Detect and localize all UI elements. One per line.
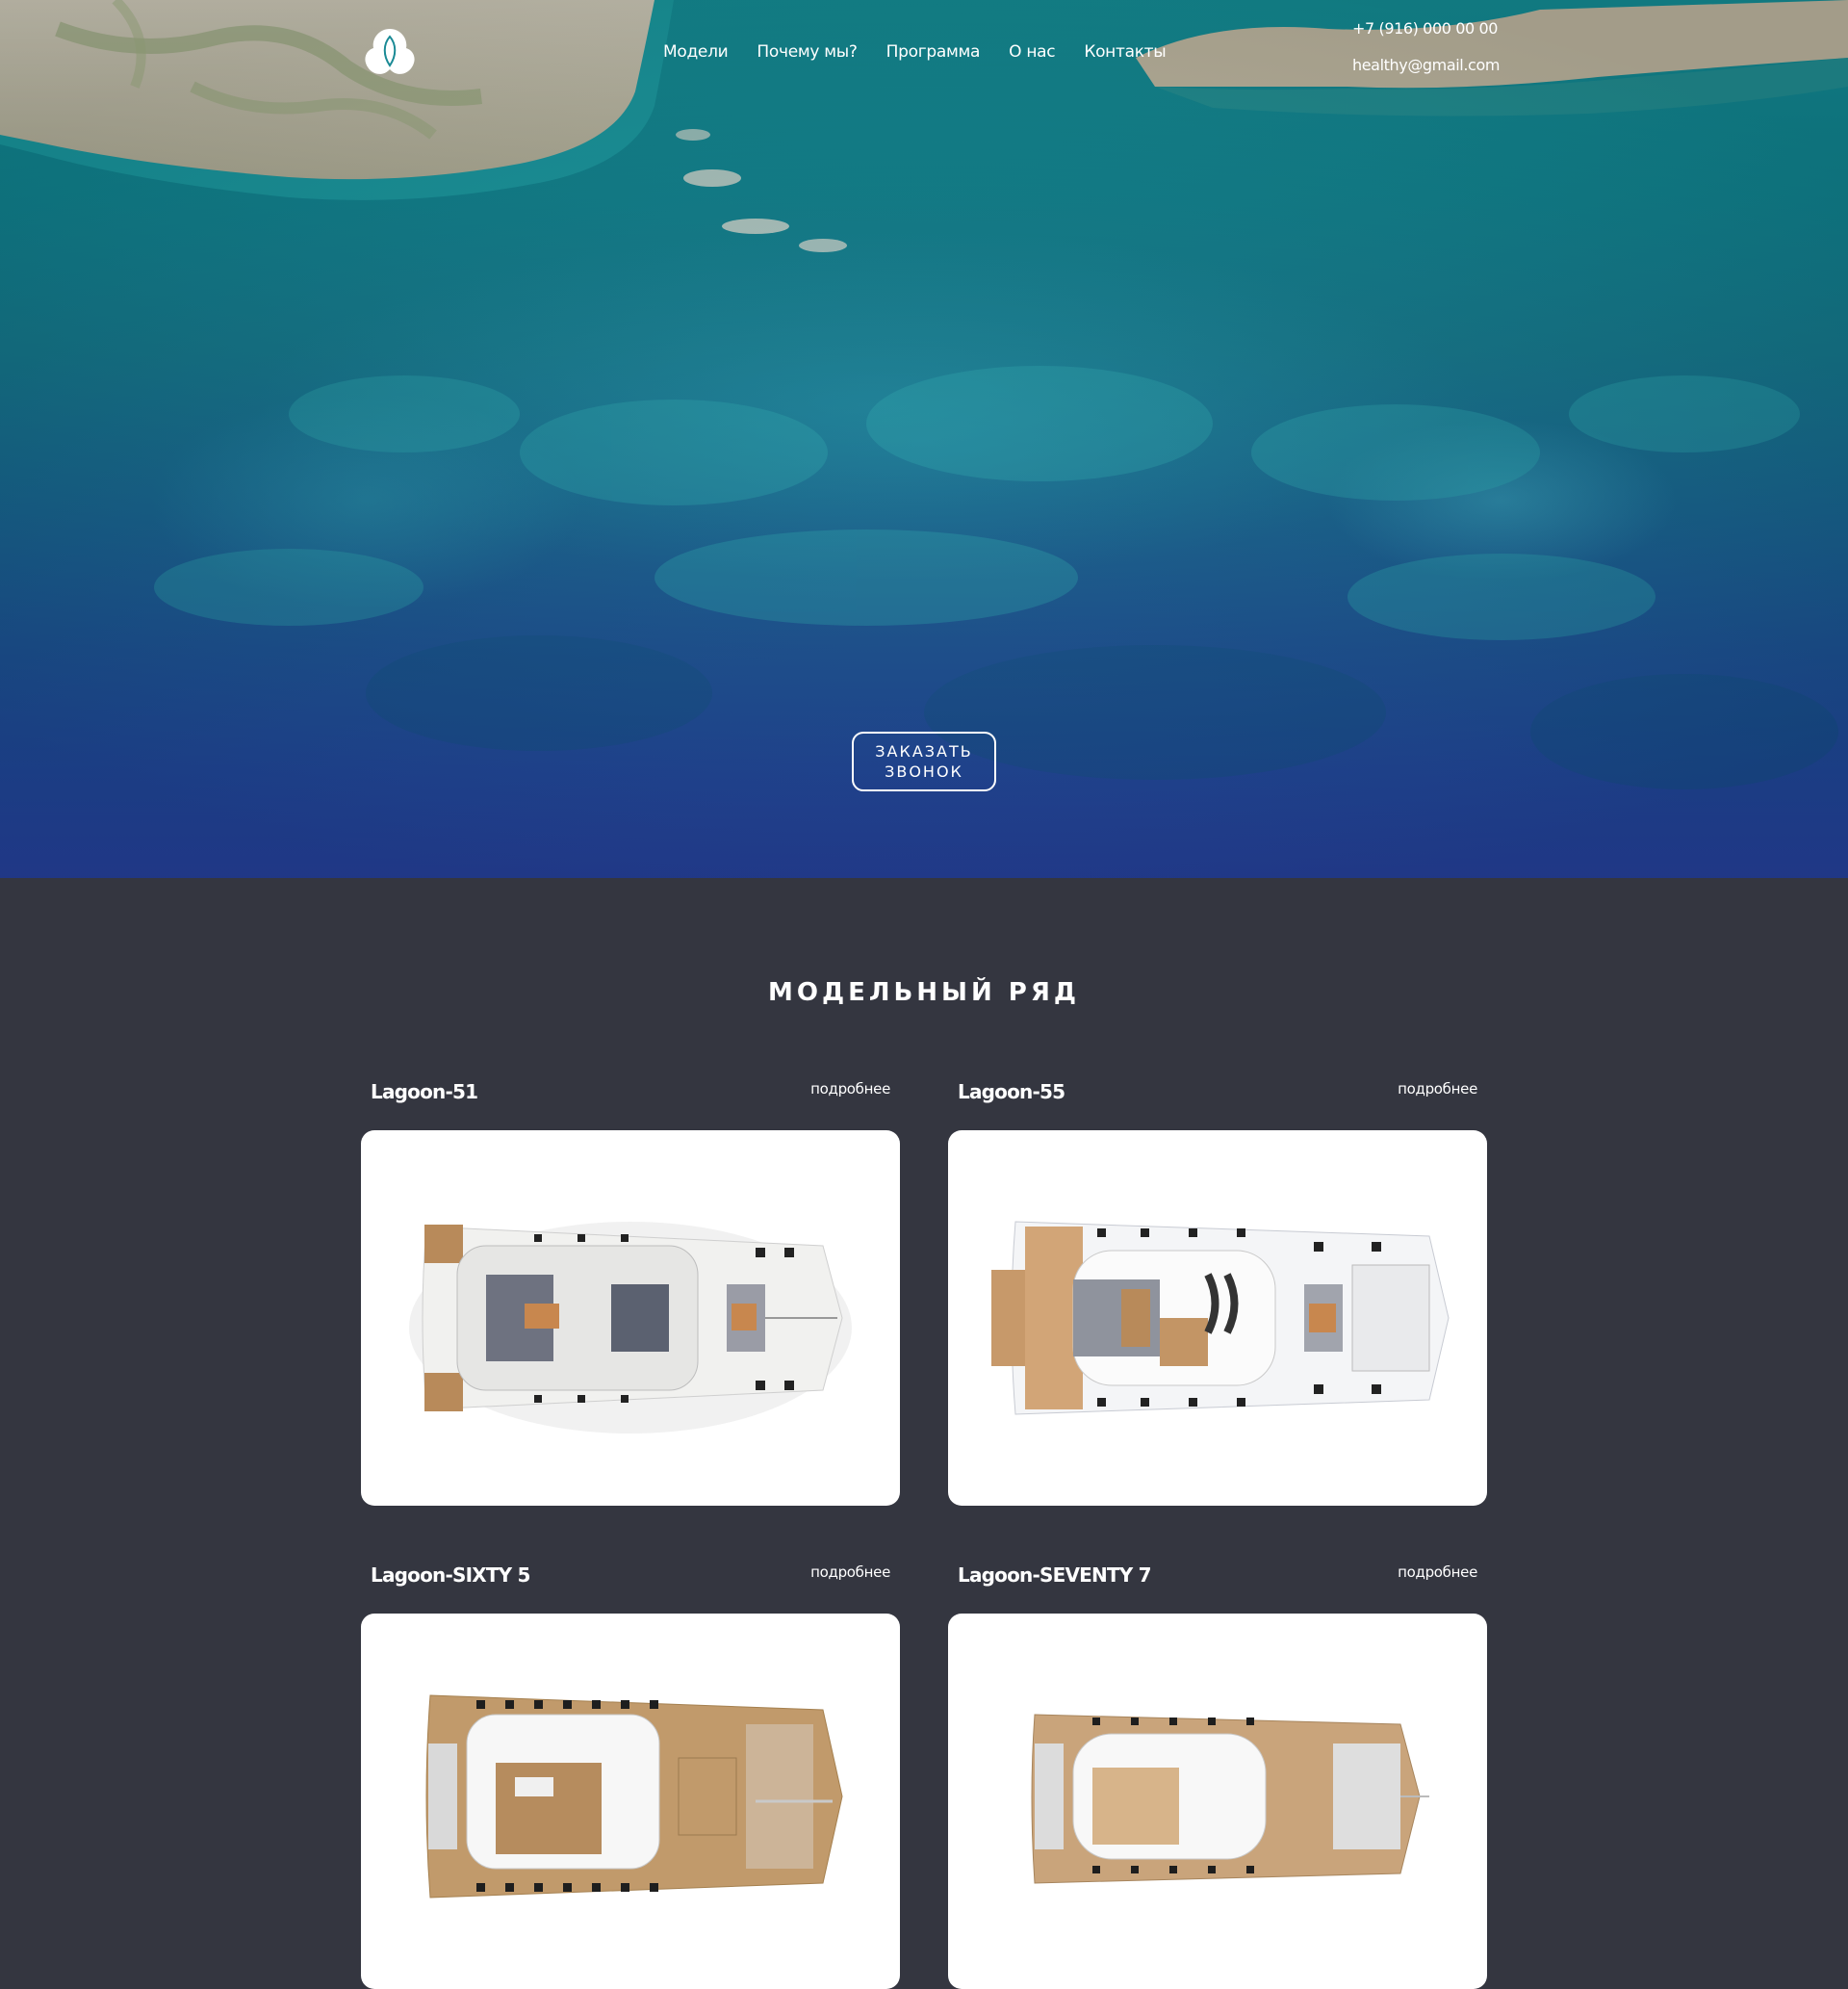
header-contacts: +7 (916) 000 00 00 healthy@gmail.com <box>1352 21 1500 73</box>
header-email[interactable]: healthy@gmail.com <box>1352 58 1500 73</box>
catamaran-topview-image <box>409 1222 852 1434</box>
nav-link-models[interactable]: Модели <box>663 42 729 62</box>
order-call-button[interactable]: ЗАКАЗАТЬ ЗВОНОК <box>852 732 996 791</box>
model-more-link[interactable]: подробнее <box>1398 1074 1477 1098</box>
model-more-link[interactable]: подробнее <box>1398 1558 1477 1581</box>
catamaran-topview-image <box>991 1221 1450 1415</box>
hero-section: Модели Почему мы? Программа О нас Контак… <box>0 0 1848 878</box>
model-name: Lagoon-SEVENTY 7 <box>958 1563 1152 1587</box>
model-image[interactable] <box>361 1614 900 1989</box>
model-card: Lagoon-51 подробнее <box>361 1074 900 1506</box>
model-image[interactable] <box>361 1130 900 1506</box>
header-phone[interactable]: +7 (916) 000 00 00 <box>1352 21 1500 37</box>
catamaran-topview-image <box>425 1694 843 1899</box>
nav-link-contacts[interactable]: Контакты <box>1084 42 1166 62</box>
models-section-title: МОДЕЛЬНЫЙ РЯД <box>767 978 1081 1007</box>
nav-link-why-us[interactable]: Почему мы? <box>757 42 858 62</box>
model-image[interactable] <box>948 1614 1487 1989</box>
model-name: Lagoon-51 <box>371 1080 478 1103</box>
nav-link-about[interactable]: О нас <box>1009 42 1055 62</box>
catamaran-topview-image <box>1031 1714 1429 1884</box>
model-card: Lagoon-55 подробнее <box>948 1074 1487 1506</box>
model-name: Lagoon-55 <box>958 1080 1065 1103</box>
model-image[interactable] <box>948 1130 1487 1506</box>
nav-link-program[interactable]: Программа <box>886 42 981 62</box>
lotus-logo-icon[interactable] <box>362 27 418 77</box>
model-card: Lagoon-SIXTY 5 подробнее <box>361 1558 900 1989</box>
main-nav: Модели Почему мы? Программа О нас Контак… <box>663 42 1167 62</box>
model-more-link[interactable]: подробнее <box>810 1558 890 1581</box>
model-more-link[interactable]: подробнее <box>810 1074 890 1098</box>
model-name: Lagoon-SIXTY 5 <box>371 1563 530 1587</box>
model-card: Lagoon-SEVENTY 7 подробнее <box>948 1558 1487 1989</box>
